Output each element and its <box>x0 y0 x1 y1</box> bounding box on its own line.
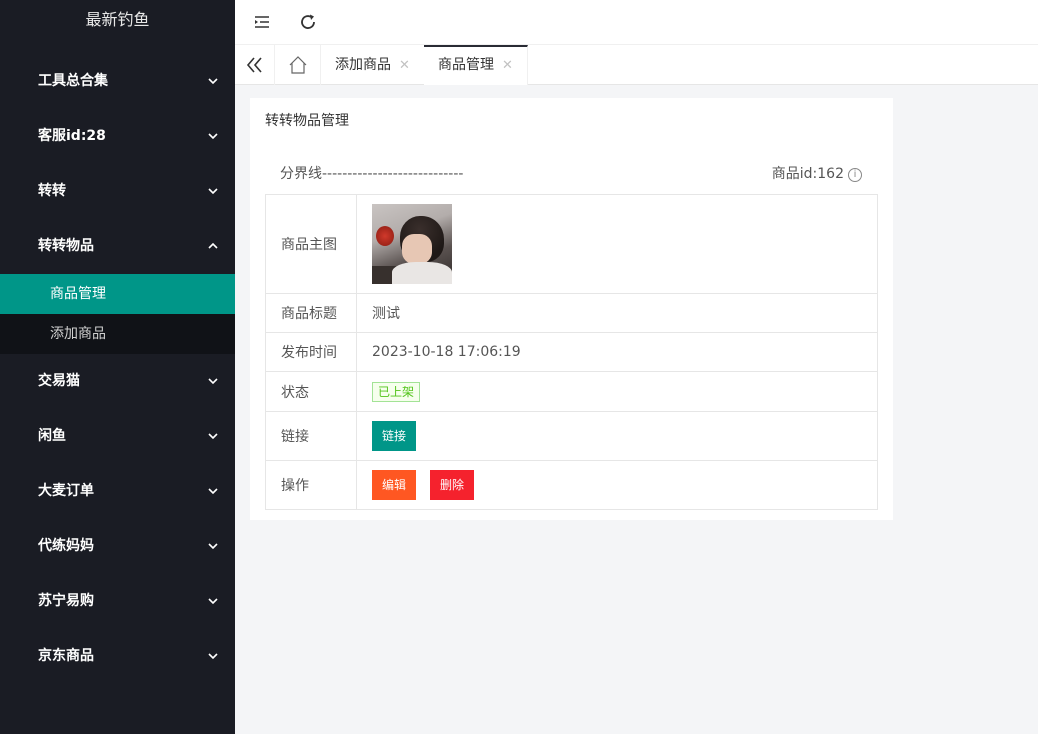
edit-button[interactable]: 编辑 <box>372 470 417 500</box>
top-header <box>235 0 1038 44</box>
delete-button[interactable]: 删除 <box>430 470 475 500</box>
sidebar-item-zhuanzhuan[interactable]: 转转 <box>0 164 235 219</box>
close-icon[interactable]: ✕ <box>502 58 513 73</box>
status-cell: 已上架 <box>356 371 878 412</box>
chevron-down-icon <box>207 354 221 409</box>
chevron-down-icon <box>207 109 221 164</box>
tab-bar: 添加商品 ✕ 商品管理 ✕ <box>235 44 1038 85</box>
app-logo: 最新钓鱼 <box>85 10 150 29</box>
chevron-down-icon <box>207 54 221 109</box>
table-row: 发布时间 2023-10-18 17:06:19 <box>265 332 878 372</box>
sidebar-item-label: 苏宁易购 <box>38 593 94 609</box>
chevron-down-icon <box>207 629 221 684</box>
sidebar-item-xianyu[interactable]: 闲鱼 <box>0 409 235 464</box>
row-label: 链接 <box>265 411 357 461</box>
sidebar-item-label: 工具总合集 <box>38 73 108 89</box>
tabs-scroll-left-button[interactable] <box>235 45 275 85</box>
table-row: 链接 链接 <box>265 411 878 461</box>
link-cell: 链接 <box>356 411 878 461</box>
sidebar-item-label: 转转物品 <box>38 238 94 254</box>
sidebar-subitem-product-manage[interactable]: 商品管理 <box>0 274 235 314</box>
table-row: 操作 编辑 删除 <box>265 460 878 510</box>
publish-time-value: 2023-10-18 17:06:19 <box>356 332 878 372</box>
tab-product-manage[interactable]: 商品管理 ✕ <box>424 45 528 85</box>
chevron-up-icon <box>207 219 221 274</box>
info-icon[interactable]: i <box>848 168 862 182</box>
home-icon <box>289 56 307 74</box>
row-label: 商品标题 <box>265 293 357 333</box>
double-chevron-left-icon <box>246 57 262 73</box>
status-badge: 已上架 <box>372 381 421 402</box>
sidebar-item-label: 客服id:28 <box>38 128 106 144</box>
row-label: 操作 <box>265 460 357 510</box>
info-row: 分界线---------------------------- 商品id:162… <box>265 156 878 194</box>
close-icon[interactable]: ✕ <box>399 58 410 73</box>
sidebar-item-support[interactable]: 客服id:28 <box>0 109 235 164</box>
sidebar-item-label: 大麦订单 <box>38 483 94 499</box>
link-button[interactable]: 链接 <box>372 421 417 451</box>
sidebar-item-label: 闲鱼 <box>38 428 66 444</box>
sidebar-submenu: 商品管理 添加商品 <box>0 274 235 354</box>
product-id-label: 商品id:162 <box>771 166 844 182</box>
chevron-down-icon <box>207 574 221 629</box>
detail-table: 商品主图 商品标题 测试 发布时间 2023-10-18 17:06:19 状态… <box>265 194 878 510</box>
sidebar-item-suning[interactable]: 苏宁易购 <box>0 574 235 629</box>
indent-icon[interactable] <box>250 10 274 34</box>
chevron-down-icon <box>207 464 221 519</box>
refresh-icon[interactable] <box>296 10 320 34</box>
sidebar-item-damai[interactable]: 大麦订单 <box>0 464 235 519</box>
chevron-down-icon <box>207 519 221 574</box>
ops-cell: 编辑 删除 <box>356 460 878 510</box>
image-cell <box>356 194 878 294</box>
content-card: 转转物品管理 分界线---------------------------- 商… <box>250 98 893 520</box>
sidebar-subitem-add-product[interactable]: 添加商品 <box>0 314 235 354</box>
tab-label: 商品管理 <box>438 57 494 73</box>
sidebar: 最新钓鱼 工具总合集 客服id:28 转转 转转物品 商品管理 添加商品 交易猫… <box>0 0 235 734</box>
product-id: 商品id:162 i <box>772 163 862 183</box>
divider-text: 分界线---------------------------- <box>280 166 464 182</box>
row-label: 状态 <box>265 371 357 412</box>
sidebar-item-label: 转转 <box>38 183 66 199</box>
tab-label: 添加商品 <box>335 57 391 73</box>
sidebar-item-jd[interactable]: 京东商品 <box>0 629 235 684</box>
sidebar-item-label: 代练妈妈 <box>38 538 94 554</box>
sidebar-item-dailian[interactable]: 代练妈妈 <box>0 519 235 574</box>
sidebar-item-label: 京东商品 <box>38 648 94 664</box>
table-row: 状态 已上架 <box>265 371 878 412</box>
sidebar-item-label: 交易猫 <box>38 373 80 389</box>
chevron-down-icon <box>207 164 221 219</box>
product-thumbnail[interactable] <box>372 204 452 284</box>
row-label: 发布时间 <box>265 332 357 372</box>
tab-home[interactable] <box>275 45 321 85</box>
sidebar-nav: 工具总合集 客服id:28 转转 转转物品 商品管理 添加商品 交易猫 闲鱼 大 <box>0 54 235 684</box>
sidebar-item-jiaoyimao[interactable]: 交易猫 <box>0 354 235 409</box>
chevron-down-icon <box>207 409 221 464</box>
row-label: 商品主图 <box>265 194 357 294</box>
card-title: 转转物品管理 <box>265 113 349 129</box>
sidebar-item-tools[interactable]: 工具总合集 <box>0 54 235 109</box>
table-row: 商品主图 <box>265 194 878 294</box>
sidebar-item-zhuanzhuan-goods[interactable]: 转转物品 <box>0 219 235 274</box>
table-row: 商品标题 测试 <box>265 293 878 333</box>
product-title-value: 测试 <box>356 293 878 333</box>
tab-add-product[interactable]: 添加商品 ✕ <box>321 45 425 85</box>
